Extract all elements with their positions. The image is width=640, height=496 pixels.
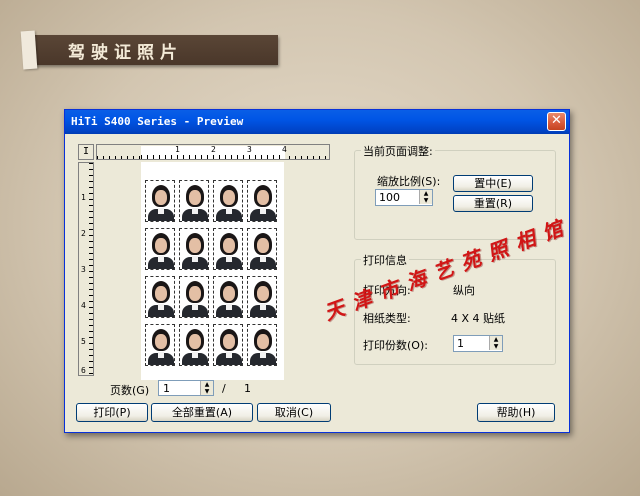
center-button[interactable]: 置中(E) <box>453 175 533 192</box>
vertical-ruler: 1 2 3 4 5 6 <box>78 162 94 376</box>
copies-spinner[interactable]: 1 ▲ ▼ <box>453 335 503 352</box>
copies-value[interactable]: 1 <box>457 337 464 350</box>
id-photo <box>145 324 175 366</box>
paper-tab <box>20 30 38 70</box>
dialog-title: HiTi S400 Series - Preview <box>71 115 244 128</box>
page-title: 驾驶证照片 <box>68 43 183 63</box>
cancel-button[interactable]: 取消(C) <box>257 403 331 422</box>
reset-all-button[interactable]: 全部重置(A) <box>151 403 253 422</box>
id-photo <box>145 276 175 318</box>
id-photo <box>179 276 209 318</box>
scale-value[interactable]: 100 <box>379 191 400 204</box>
v-ruler-number: 6 <box>81 366 86 375</box>
v-ruler-number: 1 <box>81 193 86 202</box>
print-button[interactable]: 打印(P) <box>76 403 148 422</box>
v-ruler-number: 5 <box>81 337 86 346</box>
id-photo <box>247 324 277 366</box>
page-total: 1 <box>244 382 251 395</box>
ruler-number: 3 <box>247 145 252 154</box>
preview-pane: I 1 2 3 4 1 2 3 4 5 6 <box>78 144 330 396</box>
ruler-number: 4 <box>282 145 287 154</box>
scale-spin-buttons[interactable]: ▲ ▼ <box>419 190 432 204</box>
v-ruler-number: 2 <box>81 229 86 238</box>
id-photo <box>247 276 277 318</box>
ruler-corner[interactable]: I <box>78 144 94 160</box>
print-info-title: 打印信息 <box>361 252 409 268</box>
page-separator: / <box>222 382 226 395</box>
id-photo <box>213 276 243 318</box>
pagination-row: 页数(G) 1 ▲ ▼ / 1 <box>78 380 330 398</box>
scale-spinner[interactable]: 100 ▲ ▼ <box>375 189 433 206</box>
dialog-titlebar[interactable]: HiTi S400 Series - Preview ✕ <box>65 110 569 134</box>
scale-label: 缩放比例(S): <box>377 175 441 188</box>
ruler-number: 1 <box>175 145 180 154</box>
ruler-number: 2 <box>211 145 216 154</box>
paper-sheet <box>141 162 284 380</box>
reset-button[interactable]: 重置(R) <box>453 195 533 212</box>
horizontal-ruler: 1 2 3 4 <box>96 144 330 160</box>
page-label: 页数(G) <box>110 384 150 397</box>
id-photo <box>179 228 209 270</box>
id-photo <box>145 180 175 222</box>
preview-area[interactable] <box>96 162 330 380</box>
v-ruler-number: 3 <box>81 265 86 274</box>
id-photo <box>145 228 175 270</box>
id-photo <box>179 324 209 366</box>
page-title-banner: 驾驶证照片 <box>20 30 278 70</box>
id-photo <box>213 180 243 222</box>
help-button[interactable]: 帮助(H) <box>477 403 555 422</box>
paper-type-value: 4 X 4 贴纸 <box>451 312 506 325</box>
photo-grid <box>145 180 279 366</box>
id-photo <box>179 180 209 222</box>
page-number-value[interactable]: 1 <box>163 382 170 395</box>
id-photo <box>213 228 243 270</box>
copies-spin-buttons[interactable]: ▲ ▼ <box>489 336 502 350</box>
page-spinner[interactable]: 1 ▲ ▼ <box>158 380 214 396</box>
page-adjust-title: 当前页面调整: <box>361 143 435 159</box>
v-ruler-number: 4 <box>81 301 86 310</box>
id-photo <box>247 228 277 270</box>
id-photo <box>213 324 243 366</box>
id-photo <box>247 180 277 222</box>
close-button[interactable]: ✕ <box>547 112 566 131</box>
page-spin-buttons[interactable]: ▲ ▼ <box>200 381 213 395</box>
